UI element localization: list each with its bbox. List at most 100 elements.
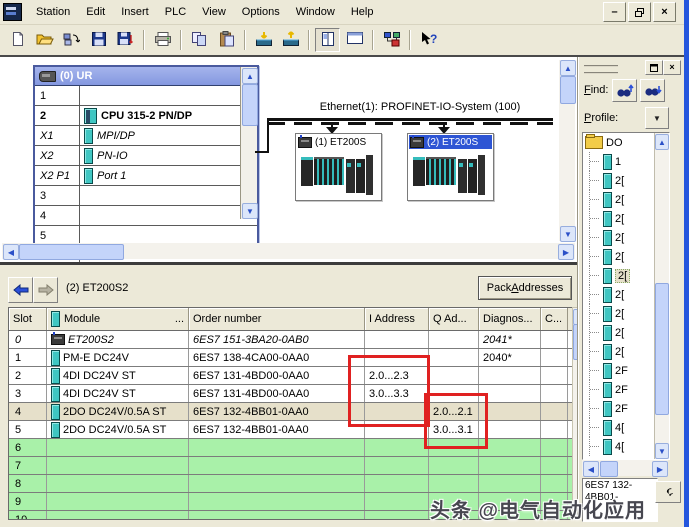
rack-row-slot-3[interactable]: 3 xyxy=(35,186,257,206)
tree-connector xyxy=(589,285,600,304)
column-header-slot[interactable]: Slot xyxy=(9,308,47,330)
scroll-thumb[interactable] xyxy=(655,283,669,415)
scroll-thumb[interactable] xyxy=(600,461,618,477)
pack-addresses-button[interactable]: Pack Addresses xyxy=(478,276,572,300)
column-header-module[interactable]: Module... xyxy=(47,308,189,330)
profile-dropdown[interactable]: ▼ xyxy=(645,107,669,129)
rack-slot-number: 2 xyxy=(35,106,80,125)
table-row-slot-8[interactable]: 8 xyxy=(9,475,572,493)
rack-row-slot-4[interactable]: 4 xyxy=(35,206,257,226)
rack-window[interactable]: (0) UR 1 2 CPU 315-2 PN/DP X1 MPI/DP X2 PN-IO X… xyxy=(33,65,259,266)
rack-slot-number: 4 xyxy=(35,206,80,225)
scroll-up-icon[interactable]: ▲ xyxy=(560,60,576,76)
menu-help[interactable]: Help xyxy=(343,3,382,21)
menu-plc[interactable]: PLC xyxy=(157,3,194,21)
copy-button[interactable] xyxy=(187,28,212,52)
rack-row-slot-X2[interactable]: X2 PN-IO xyxy=(35,146,257,166)
scroll-up-icon[interactable]: ▲ xyxy=(242,68,258,84)
restore-button[interactable] xyxy=(628,2,651,22)
scroll-right-icon[interactable]: ▶ xyxy=(652,461,668,477)
cell-slot: 10 xyxy=(9,511,47,519)
menu-options[interactable]: Options xyxy=(234,3,288,21)
column-header-label: Order number xyxy=(193,313,262,325)
open-object-button[interactable] xyxy=(59,28,84,52)
panel-gripper[interactable] xyxy=(584,65,618,74)
scroll-thumb[interactable] xyxy=(19,244,124,260)
scroll-right-icon[interactable]: ▶ xyxy=(558,244,574,260)
menu-insert[interactable]: Insert xyxy=(113,3,157,21)
table-row-slot-7[interactable]: 7 xyxy=(9,457,572,475)
cell-slot: 4 xyxy=(9,403,47,420)
rack-scrollbar[interactable]: ▲ ▼ xyxy=(240,67,258,219)
scroll-down-icon[interactable]: ▼ xyxy=(560,226,576,242)
column-header-iaddress[interactable]: I Address xyxy=(365,308,429,330)
scroll-up-icon[interactable]: ▲ xyxy=(655,134,669,150)
scroll-left-icon[interactable]: ◀ xyxy=(3,244,19,260)
print-button[interactable] xyxy=(150,28,175,52)
station-view-vscrollbar[interactable]: ▲ ▼ xyxy=(559,60,576,242)
configure-network-button[interactable] xyxy=(379,28,404,52)
save-button[interactable] xyxy=(86,28,111,52)
open-button[interactable] xyxy=(32,28,57,52)
menu-edit[interactable]: Edit xyxy=(78,3,113,21)
station-title: (1) ET200S xyxy=(297,134,380,149)
cell-module xyxy=(47,439,189,456)
rack-row-slot-X2P1[interactable]: X2 P1 Port 1 xyxy=(35,166,257,186)
rack-slot-label: MPI/DP xyxy=(97,129,135,142)
menu-view[interactable]: View xyxy=(194,3,234,21)
table-row-slot-1[interactable]: 1 PM-E DC24V 6ES7 138-4CA00-0AA0 2040* xyxy=(9,349,572,367)
previous-station-button[interactable] xyxy=(8,277,33,303)
catalog-item-label: 4[ xyxy=(615,421,625,434)
column-header-diagnos[interactable]: Diagnos... xyxy=(479,308,541,330)
scroll-thumb[interactable] xyxy=(560,76,576,104)
column-header-ordernumber[interactable]: Order number xyxy=(189,308,365,330)
tree-connector xyxy=(589,171,600,190)
configuration-table-button[interactable] xyxy=(342,28,367,52)
profinet-rail[interactable] xyxy=(267,118,553,121)
panel-close-button[interactable]: × xyxy=(663,60,681,75)
rack-row-slot-2[interactable]: 2 CPU 315-2 PN/DP xyxy=(35,106,257,126)
profinet-rail-dashes xyxy=(267,122,553,125)
menu-window[interactable]: Window xyxy=(288,3,343,21)
station-1[interactable]: (1) ET200S xyxy=(295,133,382,201)
column-header-c[interactable]: C... xyxy=(541,308,568,330)
new-button[interactable] xyxy=(5,28,30,52)
rack-row-slot-1[interactable]: 1 xyxy=(35,86,257,106)
close-button[interactable]: × xyxy=(653,2,676,22)
et200s-rack-graphic xyxy=(413,153,485,195)
save-compile-button[interactable] xyxy=(113,28,138,52)
download-button[interactable] xyxy=(251,28,276,52)
next-station-button[interactable] xyxy=(33,277,58,303)
catalog-hscrollbar[interactable]: ◀ ▶ xyxy=(582,460,668,477)
cell-text: 4 xyxy=(15,405,22,418)
station-view-hscrollbar[interactable]: ◀ ▶ xyxy=(2,243,575,260)
minimize-button[interactable]: – xyxy=(603,2,626,22)
paste-button[interactable] xyxy=(214,28,239,52)
help-cursor-button[interactable]: ? xyxy=(416,28,441,52)
scroll-thumb[interactable] xyxy=(242,84,258,126)
column-header-qad[interactable]: Q Ad... xyxy=(429,308,479,330)
table-row-slot-0[interactable]: 0 ET200S2 6ES7 151-3BA20-0AB0 2041* xyxy=(9,331,572,349)
et200s-rack-graphic xyxy=(301,153,373,195)
upload-button[interactable] xyxy=(278,28,303,52)
catalog-toggle-button[interactable] xyxy=(315,28,340,52)
menu-station[interactable]: Station xyxy=(28,3,78,21)
table-row-slot-2[interactable]: 2 4DI DC24V ST 6ES7 131-4BD00-0AA0 2.0...2.… xyxy=(9,367,572,385)
scroll-down-icon[interactable]: ▼ xyxy=(242,203,258,219)
rack-slot-content: MPI/DP xyxy=(80,126,257,145)
scroll-down-icon[interactable]: ▼ xyxy=(655,443,669,459)
module-column-icon xyxy=(51,311,60,327)
catalog-item-label: 2[ xyxy=(615,212,625,225)
rack-slot-content xyxy=(80,206,257,225)
catalog-tree-scrollbar[interactable]: ▲ ▼ xyxy=(654,133,669,459)
scroll-left-icon[interactable]: ◀ xyxy=(583,461,599,477)
interface-module-icon xyxy=(84,167,93,184)
module-icon xyxy=(603,400,612,417)
station-2[interactable]: (2) ET200S xyxy=(407,133,494,201)
station-label: (2) ET200S xyxy=(427,136,479,148)
find-previous-button[interactable] xyxy=(640,79,665,102)
cell-text: PM-E DC24V xyxy=(63,351,130,364)
find-next-button[interactable] xyxy=(612,79,637,102)
panel-maximize-button[interactable] xyxy=(645,60,663,75)
rack-row-slot-X1[interactable]: X1 MPI/DP xyxy=(35,126,257,146)
